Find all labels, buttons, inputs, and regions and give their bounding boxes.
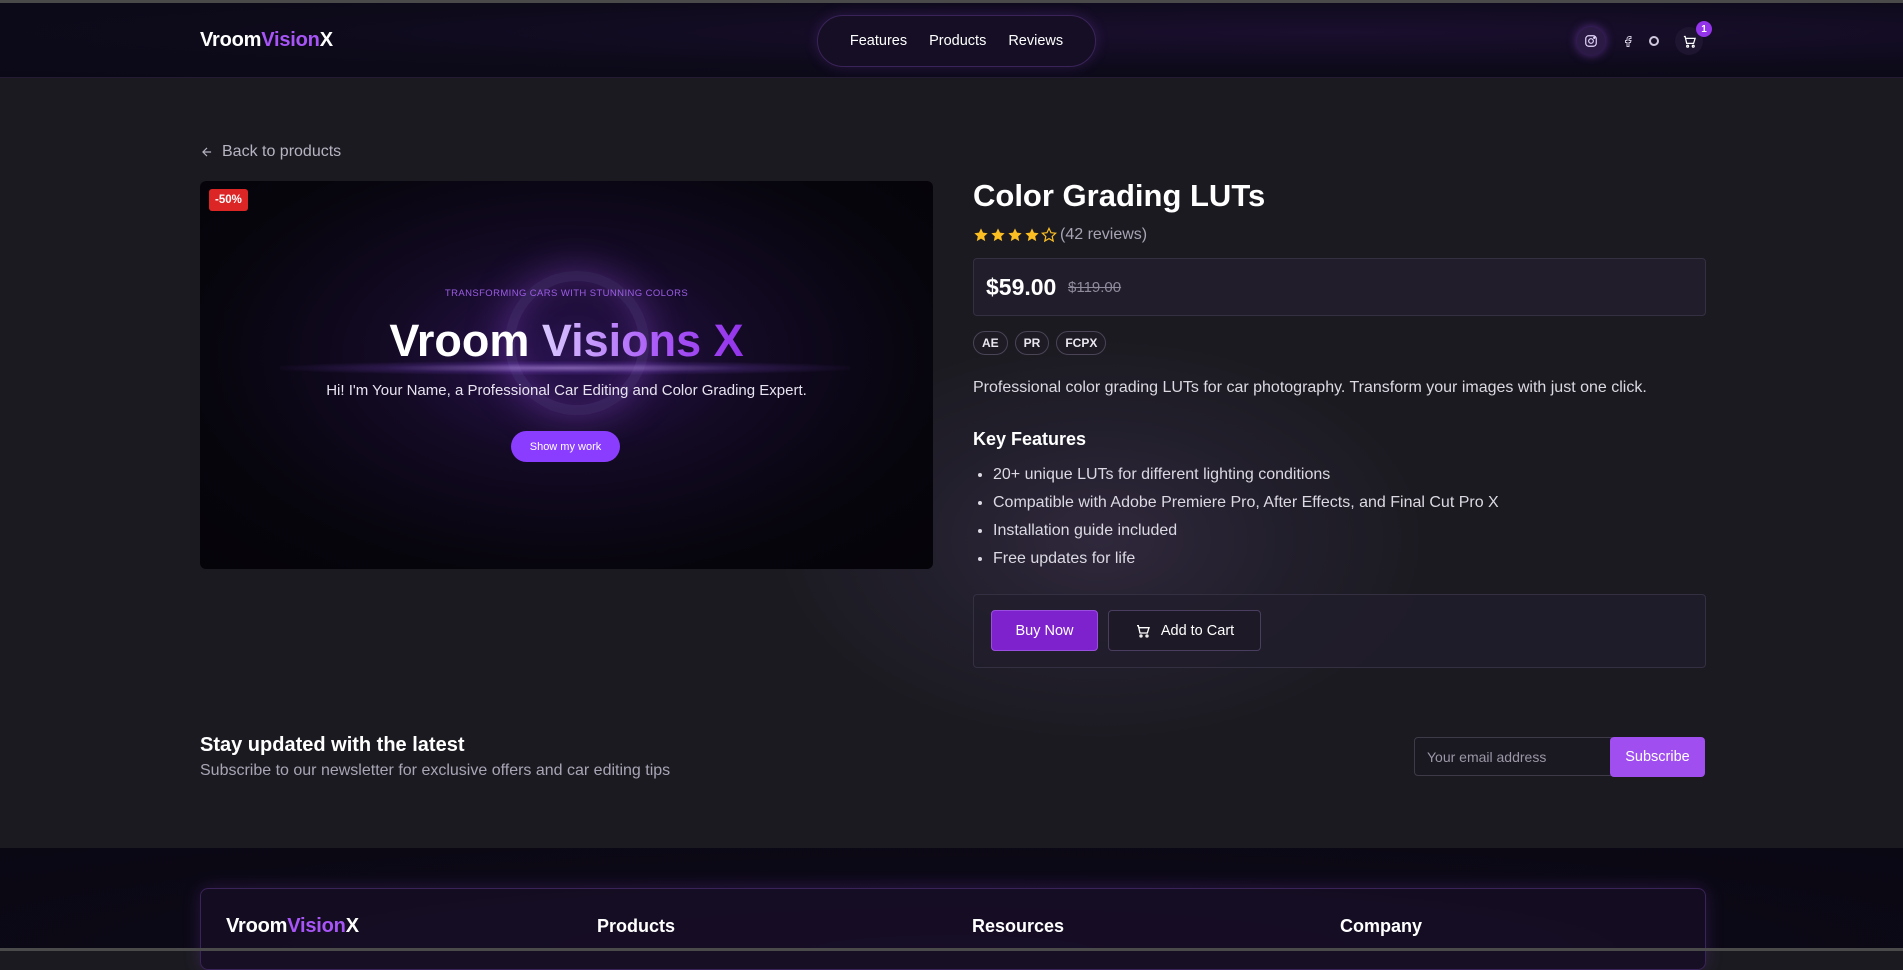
newsletter-title: Stay updated with the latest (200, 734, 465, 756)
back-to-products-link[interactable]: Back to products (200, 143, 341, 161)
star-icon (1008, 228, 1022, 242)
footer: VroomVisionX Products Resources Company (0, 848, 1903, 970)
subscribe-button[interactable]: Subscribe (1610, 737, 1705, 777)
newsletter-subtitle: Subscribe to our newsletter for exclusiv… (200, 762, 671, 779)
tag-pr: PR (1014, 331, 1050, 355)
top-navbar: VroomVisionX Features Products Reviews 1 (0, 3, 1903, 78)
nav-link-products[interactable]: Products (929, 33, 986, 49)
tag-ae: AE (973, 331, 1008, 355)
hero-title: Vroom Visions X (389, 315, 744, 366)
show-my-work-button: Show my work (511, 431, 620, 462)
instagram-icon (1585, 35, 1597, 47)
star-outline-icon (1041, 227, 1057, 243)
tag-fcpx: FCPX (1056, 331, 1107, 355)
discount-badge: -50% (209, 189, 248, 211)
key-features-title: Key Features (973, 429, 1087, 449)
star-icon (991, 228, 1005, 242)
arrow-left-icon (202, 147, 212, 157)
list-item: Free updates for life (993, 545, 1499, 573)
product-description: Professional color grading LUTs for car … (973, 379, 1647, 396)
circle-icon (1649, 36, 1659, 46)
hero-subtitle: Hi! I'm Your Name, a Professional Car Ed… (326, 382, 807, 399)
facebook-link[interactable] (1618, 30, 1638, 52)
original-price: $119.00 (1068, 279, 1122, 296)
nav-link-reviews[interactable]: Reviews (1008, 33, 1063, 49)
back-link-label: Back to products (222, 143, 342, 160)
facebook-icon (1625, 35, 1632, 47)
cart-icon (1683, 35, 1696, 48)
purchase-actions: Buy Now Add to Cart (973, 594, 1706, 668)
cart-icon (1136, 624, 1150, 638)
instagram-link[interactable] (1577, 27, 1605, 55)
software-tags: AE PR FCPX (973, 331, 1107, 355)
add-to-cart-label: Add to Cart (1160, 622, 1235, 639)
brand-logo[interactable]: VroomVisionX (200, 29, 333, 52)
nav-link-features[interactable]: Features (850, 33, 907, 49)
email-input[interactable] (1414, 737, 1612, 776)
main-nav: Features Products Reviews (817, 15, 1096, 67)
add-to-cart-button[interactable]: Add to Cart (1108, 610, 1261, 651)
product-title: Color Grading LUTs (973, 178, 1266, 213)
current-price: $59.00 (986, 274, 1057, 300)
review-count[interactable]: (42 reviews) (1060, 226, 1147, 244)
footer-heading-company: Company (1340, 916, 1423, 936)
star-rating (973, 227, 1057, 243)
price-box: $59.00 $119.00 (973, 258, 1706, 316)
product-image: -50% TRANSFORMING CARS WITH STUNNING COL… (200, 181, 933, 569)
list-item: Installation guide included (993, 517, 1499, 545)
footer-brand-logo[interactable]: VroomVisionX (226, 915, 359, 938)
star-icon (1025, 228, 1039, 242)
list-item: Compatible with Adobe Premiere Pro, Afte… (993, 489, 1499, 517)
footer-heading-resources: Resources (972, 916, 1065, 936)
footer-card: VroomVisionX Products Resources Company (200, 888, 1706, 970)
hero-tagline: TRANSFORMING CARS WITH STUNNING COLORS (444, 288, 689, 299)
footer-heading-products: Products (597, 916, 676, 936)
buy-now-button[interactable]: Buy Now (991, 610, 1098, 651)
feature-list: 20+ unique LUTs for different lighting c… (973, 461, 1499, 573)
cart-count-badge: 1 (1696, 21, 1712, 37)
circle-link[interactable] (1646, 33, 1662, 49)
list-item: 20+ unique LUTs for different lighting c… (993, 461, 1499, 489)
star-icon (974, 228, 988, 242)
